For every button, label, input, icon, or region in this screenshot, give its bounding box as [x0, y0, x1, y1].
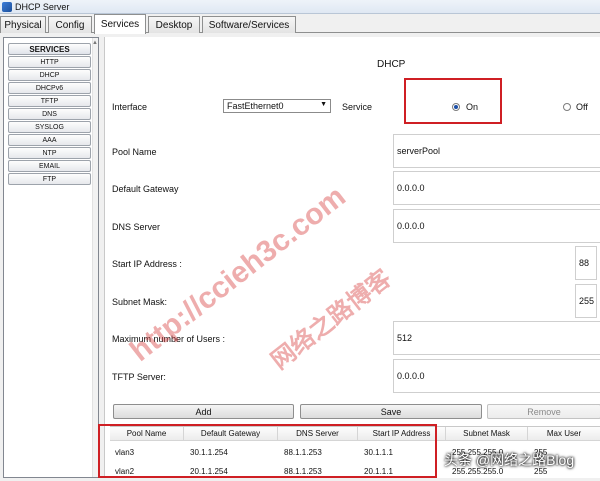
service-on-highlight: [404, 78, 502, 124]
sidebar-scrollbar[interactable]: ▲: [92, 38, 98, 477]
subnet-mask-octet-field[interactable]: 255: [575, 284, 597, 318]
sidebar-header: SERVICES: [8, 43, 91, 55]
app-icon: [2, 1, 12, 12]
panel-title: DHCP: [377, 59, 406, 70]
column-header[interactable]: Subnet Mask: [446, 427, 528, 441]
dns-server-field[interactable]: 0.0.0.0: [393, 209, 600, 243]
sidebar-item-email[interactable]: EMAIL: [8, 160, 91, 172]
gateway-field[interactable]: 0.0.0.0: [393, 171, 600, 205]
max-users-label: Maximum number of Users :: [112, 334, 226, 344]
tab-physical[interactable]: Physical: [0, 16, 46, 33]
services-sidebar: SERVICES HTTP DHCP DHCPv6 TFTP DNS SYSLO…: [3, 37, 99, 478]
pool-name-label: Pool Name: [112, 147, 157, 157]
table-highlight: [98, 424, 437, 478]
sidebar-item-aaa[interactable]: AAA: [8, 134, 91, 146]
interface-select[interactable]: FastEthernet0 ▼: [223, 99, 331, 113]
sidebar-item-dhcp[interactable]: DHCP: [8, 69, 91, 81]
dns-server-label: DNS Server: [112, 222, 161, 232]
service-off-radio[interactable]: [563, 103, 571, 111]
start-ip-label: Start IP Address :: [112, 259, 182, 269]
tab-software-services[interactable]: Software/Services: [202, 16, 296, 33]
column-header[interactable]: Max User: [528, 427, 600, 441]
tab-desktop[interactable]: Desktop: [148, 16, 200, 33]
sidebar-item-http[interactable]: HTTP: [8, 56, 91, 68]
gateway-label: Default Gateway: [112, 184, 179, 194]
pool-name-field[interactable]: serverPool: [393, 134, 600, 168]
dhcp-panel: DHCP Interface FastEthernet0 ▼ Service O…: [104, 37, 600, 478]
interface-label: Interface: [112, 102, 148, 112]
remove-button[interactable]: Remove: [487, 404, 600, 419]
window-title: DHCP Server: [15, 1, 70, 12]
interface-value: FastEthernet0: [227, 101, 284, 111]
dropdown-arrow-icon: ▼: [320, 101, 327, 108]
max-users-field[interactable]: 512: [393, 321, 600, 355]
sidebar-item-tftp[interactable]: TFTP: [8, 95, 91, 107]
start-ip-octet-field[interactable]: 88: [575, 246, 597, 280]
tab-config[interactable]: Config: [48, 16, 92, 33]
sidebar-item-ntp[interactable]: NTP: [8, 147, 91, 159]
tftp-server-label: TFTP Server:: [112, 372, 166, 382]
window-titlebar: DHCP Server: [0, 0, 600, 14]
sidebar-item-ftp[interactable]: FTP: [8, 173, 91, 185]
tab-services[interactable]: Services: [94, 14, 146, 34]
tftp-server-field[interactable]: 0.0.0.0: [393, 359, 600, 393]
sidebar-item-dns[interactable]: DNS: [8, 108, 91, 120]
service-off-label: Off: [576, 102, 588, 112]
save-button[interactable]: Save: [300, 404, 482, 419]
service-label: Service: [342, 102, 373, 112]
subnet-mask-label: Subnet Mask:: [112, 297, 168, 307]
add-button[interactable]: Add: [113, 404, 294, 419]
watermark-credit: 头条 @网络之路Blog: [444, 452, 575, 468]
sidebar-item-syslog[interactable]: SYSLOG: [8, 121, 91, 133]
sidebar-item-dhcpv6[interactable]: DHCPv6: [8, 82, 91, 94]
scroll-up-icon[interactable]: ▲: [92, 40, 98, 46]
tab-bar: Physical Config Services Desktop Softwar…: [0, 14, 600, 34]
